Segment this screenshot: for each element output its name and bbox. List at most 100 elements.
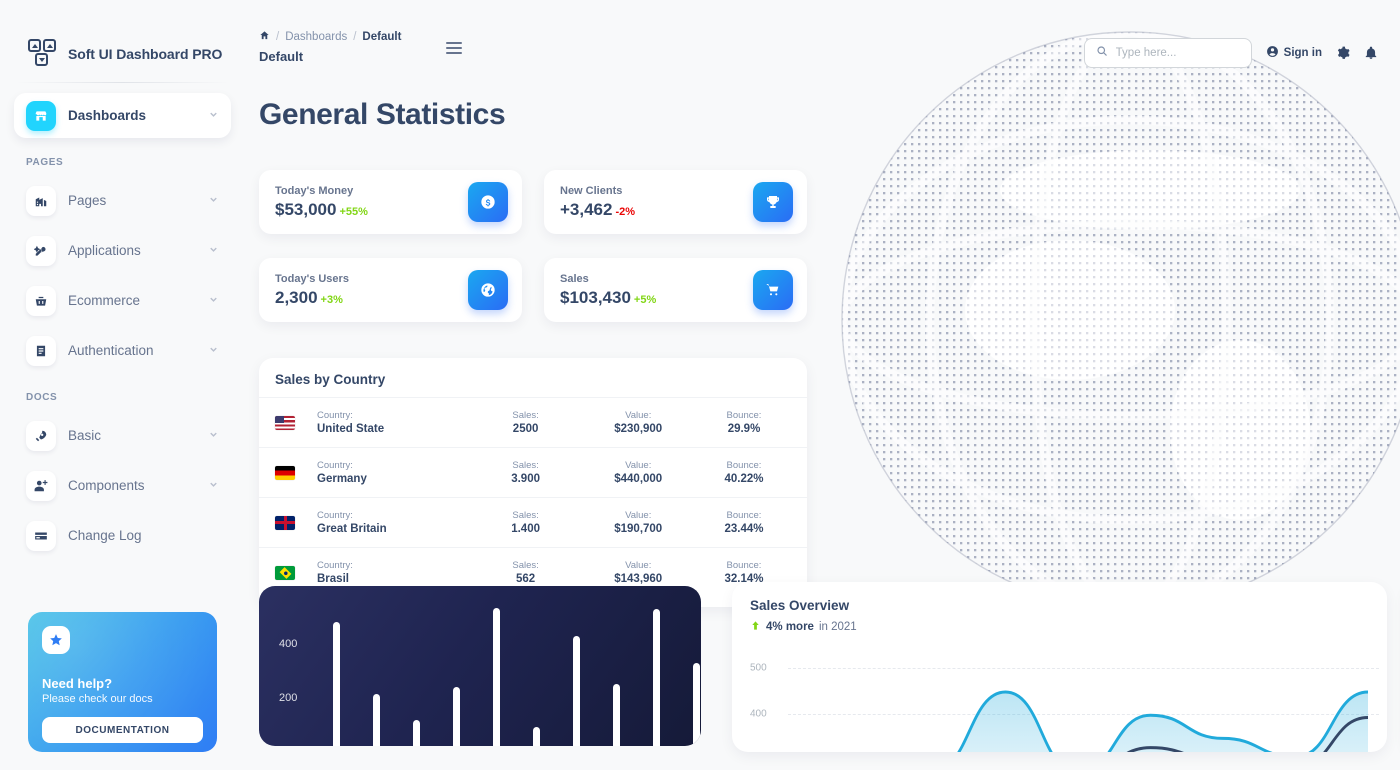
chevron-down-icon[interactable] <box>208 109 219 123</box>
documentation-button[interactable]: DOCUMENTATION <box>42 717 203 743</box>
table-row[interactable]: Country: United State Sales: 2500 Value: $2… <box>259 397 807 447</box>
sidebar-section-docs: DOCS <box>26 392 58 403</box>
stat-card-delta: +55% <box>339 205 368 218</box>
trophy-icon <box>753 182 793 222</box>
search-icon <box>1096 44 1108 62</box>
user-plus-icon <box>26 470 56 501</box>
sidebar-nav: Dashboards PAGES Pages Applications Ecom… <box>0 93 245 558</box>
sales-by-country-title: Sales by Country <box>275 372 386 387</box>
sign-in-button[interactable]: Sign in <box>1266 45 1322 61</box>
stat-card-label: Sales <box>560 272 589 285</box>
stat-card-label: Today's Users <box>275 272 349 285</box>
bar-chart-bar <box>533 726 540 746</box>
bar-chart-plot <box>321 608 700 746</box>
table-row[interactable]: Country: Germany Sales: 3.900 Value: $440,0… <box>259 447 807 497</box>
sidebar-item-label: Dashboards <box>68 108 147 123</box>
bar-chart-bar <box>693 663 700 746</box>
sidebar-item-components[interactable]: Components <box>14 463 231 508</box>
stat-card-delta: +3% <box>320 293 343 306</box>
sidebar-item-label: Basic <box>68 428 102 443</box>
sales-overview-delta: 4% more <box>766 621 814 633</box>
sidebar-item-change-log[interactable]: Change Log <box>14 513 231 558</box>
y-tick-400: 400 <box>750 708 767 720</box>
sales-overview-period: in 2021 <box>818 621 857 633</box>
sidebar-item-applications[interactable]: Applications <box>14 228 231 273</box>
stat-card-value: $103,430 <box>560 287 631 307</box>
search-box[interactable] <box>1083 38 1252 68</box>
page-title: General Statistics <box>259 98 506 131</box>
sidebar-item-dashboards[interactable]: Dashboards <box>14 93 231 138</box>
help-card: Need help? Please check our docs DOCUMEN… <box>28 612 217 752</box>
bar-chart-bar <box>333 621 340 746</box>
col-header-value: Value: <box>625 510 652 521</box>
chevron-down-icon[interactable] <box>208 294 219 308</box>
rocket-icon <box>26 420 56 451</box>
gear-icon[interactable] <box>1336 46 1350 60</box>
brand[interactable]: Soft UI Dashboard PRO <box>0 0 245 78</box>
shop-icon <box>26 100 56 131</box>
flag-br-icon <box>275 565 295 580</box>
sales-overview-subtitle: 4% more in 2021 <box>750 620 1369 634</box>
globe-icon <box>468 270 508 310</box>
tools-icon <box>26 235 56 266</box>
chevron-down-icon[interactable] <box>208 194 219 208</box>
cell-bounce: 29.9% <box>727 423 761 435</box>
sales-overview-plot: 500 400 <box>750 646 1387 752</box>
stat-card-todays-users[interactable]: Today's Users 2,300 +3% <box>259 258 522 322</box>
arrow-up-icon <box>750 620 761 634</box>
col-header-bounce: Bounce: <box>726 460 762 471</box>
sidebar-item-ecommerce[interactable]: Ecommerce <box>14 278 231 323</box>
chevron-down-icon[interactable] <box>208 429 219 443</box>
col-header-value: Value: <box>625 560 652 571</box>
col-header-value: Value: <box>625 460 652 471</box>
help-subtitle: Please check our docs <box>42 693 153 705</box>
bell-icon[interactable] <box>1364 46 1378 60</box>
col-header-sales: Sales: <box>512 560 539 571</box>
sidebar-item-basic[interactable]: Basic <box>14 413 231 458</box>
document-icon <box>26 335 56 366</box>
col-header-bounce: Bounce: <box>726 560 762 571</box>
stat-card-sales[interactable]: Sales $103,430 +5% <box>544 258 807 322</box>
cart-icon <box>753 270 793 310</box>
stat-card-todays-money[interactable]: Today's Money $53,000 +55% <box>259 170 522 234</box>
cell-value: $143,960 <box>614 573 663 585</box>
cell-country: Germany <box>317 473 367 485</box>
table-row[interactable]: Country: Great Britain Sales: 1.400 Value:… <box>259 497 807 547</box>
sidebar-item-authentication[interactable]: Authentication <box>14 328 231 373</box>
bar-chart-y-tick: 400 <box>279 638 298 650</box>
sidebar-item-label: Ecommerce <box>68 293 141 308</box>
sidebar-item-label: Components <box>68 478 145 493</box>
hamburger-icon[interactable] <box>446 42 464 54</box>
col-header-country: Country: <box>317 460 353 471</box>
cell-country: Brasil <box>317 573 349 585</box>
main-content: General Statistics Today's Money $53,000… <box>245 86 1400 770</box>
sidebar-item-label: Authentication <box>68 343 154 358</box>
cell-value: $190,700 <box>614 523 663 535</box>
chevron-down-icon[interactable] <box>208 479 219 493</box>
stat-card-value: 2,300 <box>275 287 318 307</box>
cell-country: United State <box>317 423 385 435</box>
office-building-icon <box>26 185 56 216</box>
sales-overview-card: Sales Overview 4% more in 2021 500 400 <box>732 582 1387 752</box>
search-input[interactable] <box>1115 47 1240 59</box>
bar-chart-card: 0200400 <box>259 586 701 746</box>
sidebar: Soft UI Dashboard PRO Dashboards PAGES P… <box>0 0 245 770</box>
chevron-down-icon[interactable] <box>208 344 219 358</box>
stat-card-value: $53,000 <box>275 199 337 219</box>
bar-chart-y-tick: 200 <box>279 692 298 704</box>
three-squares-logo-icon <box>28 39 58 69</box>
col-header-sales: Sales: <box>512 410 539 421</box>
breadcrumb-item-dashboards[interactable]: Dashboards <box>285 31 347 43</box>
sidebar-item-pages[interactable]: Pages <box>14 178 231 223</box>
cell-sales: 2500 <box>512 423 539 435</box>
cell-sales: 562 <box>516 573 536 585</box>
chevron-down-icon[interactable] <box>208 244 219 258</box>
sign-in-label: Sign in <box>1283 47 1322 59</box>
stat-card-delta: +5% <box>633 293 657 306</box>
bar-chart-bar <box>413 719 420 746</box>
stat-card-label: New Clients <box>560 184 623 197</box>
breadcrumb: / Dashboards / Default Default <box>245 0 401 64</box>
stat-card-new-clients[interactable]: New Clients +3,462 -2% <box>544 170 807 234</box>
home-icon[interactable] <box>259 30 270 44</box>
credit-card-icon <box>26 520 56 551</box>
